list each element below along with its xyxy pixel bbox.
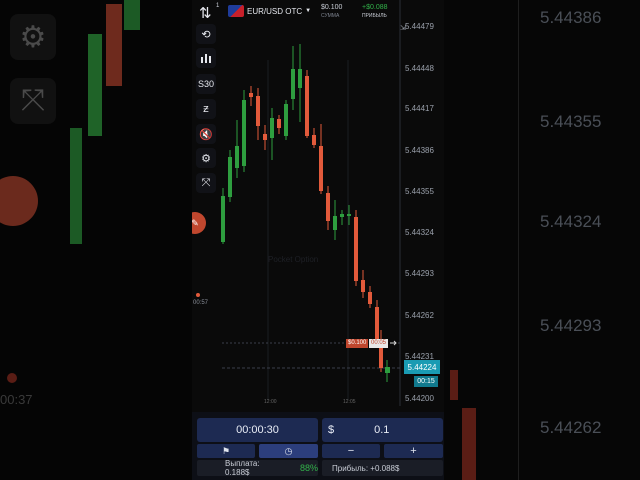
order-panel: 00:00:30 $ 0.1 ⚑ ◷ − + Выплата: 0.188$ 8…: [192, 412, 444, 480]
amount-field[interactable]: $ 0.1: [322, 418, 443, 442]
amount-input-value: 0.1: [374, 424, 390, 436]
duration-field[interactable]: 00:00:30: [197, 418, 318, 442]
fullscreen-icon[interactable]: ⤧: [196, 173, 216, 193]
amount-caption: СУММА: [321, 13, 340, 19]
price-label: 5.44448: [405, 64, 434, 73]
payout-percent: 88%: [299, 463, 318, 473]
background-left-panel: ⚙ ⤧ 00:37: [0, 0, 192, 480]
dollar-icon: $: [328, 424, 335, 436]
trade-amount-tag: $0.100: [346, 339, 369, 348]
drawing-tool-icon[interactable]: ƶ: [196, 99, 216, 119]
payout-box: Выплата: 0.188$ 88%: [197, 459, 318, 477]
profit-box: Прибыль: +0.088$: [322, 460, 443, 476]
profit-label: Прибыль: +0.088$: [332, 463, 400, 473]
price-label: 5.44355: [405, 187, 434, 196]
increase-amount-button[interactable]: +: [384, 444, 443, 458]
timeframe-button[interactable]: S30: [196, 74, 216, 94]
minus-icon: −: [347, 445, 355, 457]
price-chart[interactable]: Pocket Option: [192, 0, 444, 412]
flag-icon: [228, 5, 244, 17]
current-price-tag: 5.44224: [404, 360, 440, 374]
amount-value: $0.100: [321, 4, 343, 11]
flag-icon: ⚑: [221, 445, 231, 456]
settings-gear-icon[interactable]: ⚙: [196, 148, 216, 168]
header-profit-caption: ПРИБЫЛЬ: [362, 13, 387, 19]
bg-time-label: 00:37: [0, 392, 33, 407]
duration-value: 00:00:30: [236, 424, 279, 436]
clock-mode-button[interactable]: ◷: [259, 444, 318, 458]
trade-timer-tag: 00:05: [369, 339, 389, 348]
trading-app: Pocket Option 00:57 ⇅ 1 EUR/USD OTC ▼ $0…: [192, 0, 444, 480]
clock-icon: ◷: [284, 445, 293, 456]
bg-price-3: 5.44324: [540, 212, 602, 231]
price-label: 5.44293: [405, 269, 434, 278]
asset-name: EUR/USD OTC: [247, 6, 303, 16]
payout-label: Выплата: 0.188$: [225, 459, 260, 477]
bg-price-4: 5.44293: [540, 316, 602, 335]
bg-price-1: 5.44386: [540, 8, 602, 27]
background-right-panel: 5.44386 5.44355 5.44324 5.44293 5.44262: [444, 0, 640, 480]
header-profit-value: +$0.088: [362, 4, 388, 11]
candlesticks: [221, 44, 390, 382]
asset-selector[interactable]: EUR/USD OTC ▼: [228, 5, 311, 17]
price-label: 5.44262: [405, 311, 434, 320]
side-time-label: 00:57: [193, 300, 209, 306]
time-axis-label: 12:00: [264, 399, 277, 405]
chevron-down-icon: ▼: [305, 8, 312, 14]
candle-countdown: 00:15: [414, 376, 438, 387]
sort-icon[interactable]: ⇅: [199, 4, 212, 22]
plus-icon: +: [410, 445, 417, 457]
bg-candles-left: [7, 0, 140, 383]
bg-price-5: 5.44262: [540, 418, 602, 437]
notification-badge: 1: [216, 3, 220, 9]
time-axis-label: 12:05: [343, 399, 356, 405]
sound-mute-icon[interactable]: 🔇: [196, 124, 216, 144]
flag-mode-button[interactable]: ⚑: [197, 444, 255, 458]
bg-candles-right: [450, 370, 476, 480]
price-label: 5.44324: [405, 228, 434, 237]
history-icon[interactable]: ⟲: [196, 24, 216, 44]
svg-text:Pocket Option: Pocket Option: [268, 255, 318, 264]
decrease-amount-button[interactable]: −: [322, 444, 380, 458]
price-label: 5.44417: [405, 104, 434, 113]
chart-type-icon[interactable]: [196, 48, 216, 68]
price-label: 5.44386: [405, 146, 434, 155]
price-label: 5.44200: [405, 394, 434, 403]
price-label: 5.44479: [405, 22, 434, 31]
bg-price-2: 5.44355: [540, 112, 602, 131]
